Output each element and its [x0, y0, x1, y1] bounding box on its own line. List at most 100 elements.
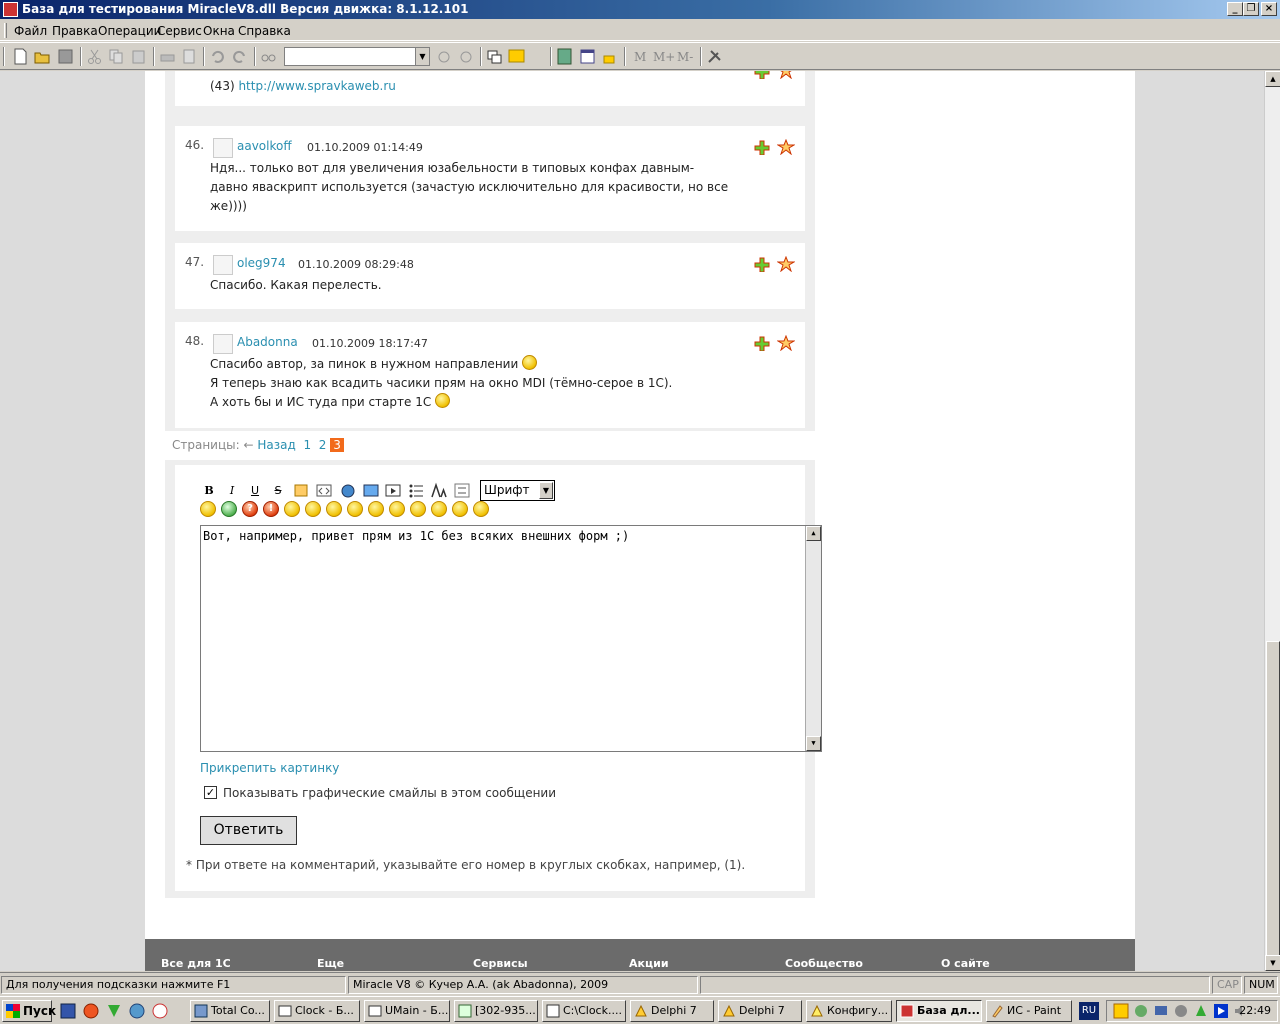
- page-scrollbar[interactable]: ▲ ▼: [1264, 71, 1280, 971]
- find-next-icon[interactable]: [436, 48, 453, 65]
- task-base-active[interactable]: База дл...: [896, 1000, 982, 1022]
- search-combo[interactable]: ▼: [284, 47, 430, 66]
- app-icon[interactable]: [3, 2, 18, 17]
- windows-icon[interactable]: [486, 48, 503, 65]
- menu-service[interactable]: Сервис: [157, 24, 202, 38]
- smileys-checkbox[interactable]: ✓: [204, 786, 217, 799]
- footer-services[interactable]: Сервисы: [473, 957, 528, 970]
- task-paint[interactable]: ИС - Paint: [986, 1000, 1072, 1022]
- textarea-scrollbar[interactable]: ▲ ▼: [805, 526, 821, 751]
- save-icon[interactable]: [57, 48, 74, 65]
- calendar-icon[interactable]: [579, 48, 596, 65]
- find-prev-icon[interactable]: [458, 48, 475, 65]
- plus-vote-icon[interactable]: [753, 256, 771, 272]
- pager-page-2[interactable]: 2: [319, 438, 327, 452]
- exclaim-emoji-icon[interactable]: !: [263, 501, 279, 517]
- attach-image-link[interactable]: Прикрепить картинку: [200, 761, 339, 775]
- task-configurator[interactable]: Конфигу...: [806, 1000, 892, 1022]
- list-icon[interactable]: [407, 482, 425, 499]
- reply-button[interactable]: Ответить: [200, 816, 297, 845]
- plus-vote-icon[interactable]: [753, 335, 771, 351]
- underline-button[interactable]: U: [246, 482, 264, 499]
- neutral-emoji-icon[interactable]: [473, 501, 489, 517]
- print-preview-icon[interactable]: [181, 48, 198, 65]
- quote-icon[interactable]: [292, 482, 310, 499]
- comment-link[interactable]: http://www.spravkaweb.ru: [238, 79, 395, 93]
- comment-author[interactable]: oleg974: [237, 256, 286, 270]
- language-indicator[interactable]: RU: [1079, 1002, 1099, 1020]
- save-ql-icon[interactable]: [60, 1003, 76, 1019]
- arrow-ql-icon[interactable]: [106, 1003, 122, 1019]
- minimize-button[interactable]: _: [1227, 2, 1243, 16]
- footer-promos[interactable]: Акции: [629, 957, 669, 970]
- open-folder-icon[interactable]: [34, 48, 51, 65]
- menu-windows[interactable]: Окна: [203, 24, 235, 38]
- task-umain[interactable]: UMain - Б...: [364, 1000, 450, 1022]
- image-icon[interactable]: [362, 482, 380, 499]
- undo-icon[interactable]: [209, 48, 226, 65]
- angry-emoji-icon[interactable]: [305, 501, 321, 517]
- favorite-star-icon[interactable]: [777, 71, 795, 79]
- confused-emoji-icon[interactable]: [431, 501, 447, 517]
- browser-ql-icon[interactable]: [83, 1003, 99, 1019]
- plus-vote-icon[interactable]: [753, 139, 771, 155]
- task-total-commander[interactable]: Total Co...: [190, 1000, 270, 1022]
- code-icon[interactable]: [315, 482, 333, 499]
- scroll-up-icon[interactable]: ▲: [1265, 71, 1280, 87]
- menu-help[interactable]: Справка: [238, 24, 291, 38]
- scroll-down-icon[interactable]: ▼: [1265, 955, 1280, 971]
- cool-emoji-icon[interactable]: [389, 501, 405, 517]
- chevron-down-icon[interactable]: ▼: [539, 482, 553, 499]
- tongue-emoji-icon[interactable]: [368, 501, 384, 517]
- task-clock[interactable]: Clock - Б...: [274, 1000, 360, 1022]
- strike-button[interactable]: S: [269, 482, 287, 499]
- tray-media-icon[interactable]: [1213, 1003, 1229, 1019]
- tray-monitor-icon[interactable]: [1153, 1003, 1169, 1019]
- memory-button[interactable]: M: [634, 50, 646, 64]
- media-ql-icon[interactable]: [152, 1003, 168, 1019]
- task-clock-folder[interactable]: C:\Clock....: [542, 1000, 626, 1022]
- restore-button[interactable]: ❐: [1243, 2, 1259, 16]
- comment-author[interactable]: Abadonna: [237, 335, 298, 349]
- memory-minus-button[interactable]: M-: [677, 50, 693, 64]
- calculator-icon[interactable]: [556, 48, 573, 65]
- menu-edit[interactable]: Правка: [52, 24, 98, 38]
- favorite-star-icon[interactable]: [777, 335, 795, 351]
- scroll-thumb[interactable]: [1266, 641, 1280, 956]
- tray-network-icon[interactable]: [1133, 1003, 1149, 1019]
- sad-emoji-icon[interactable]: [326, 501, 342, 517]
- new-document-icon[interactable]: [12, 48, 29, 65]
- lock-icon[interactable]: [601, 48, 618, 65]
- paste-icon[interactable]: [130, 48, 147, 65]
- tools-icon[interactable]: [706, 48, 723, 65]
- chevron-down-icon[interactable]: ▼: [415, 48, 429, 65]
- pager-back-link[interactable]: Назад: [257, 438, 295, 452]
- laugh-emoji-icon[interactable]: [200, 501, 216, 517]
- plus-vote-icon[interactable]: [753, 71, 771, 79]
- comment-author[interactable]: aavolkoff: [237, 139, 292, 153]
- task-302-935[interactable]: [302-935...: [454, 1000, 538, 1022]
- print-icon[interactable]: [159, 48, 176, 65]
- footer-all-1c[interactable]: Все для 1С: [161, 957, 231, 970]
- redo-icon[interactable]: [231, 48, 248, 65]
- tray-disk-icon[interactable]: [1173, 1003, 1189, 1019]
- task-delphi-2[interactable]: Delphi 7: [718, 1000, 802, 1022]
- footer-about[interactable]: О сайте: [941, 957, 990, 970]
- chat-ql-icon[interactable]: [129, 1003, 145, 1019]
- bold-button[interactable]: B: [200, 482, 218, 499]
- favorite-star-icon[interactable]: [777, 256, 795, 272]
- scroll-down-icon[interactable]: ▼: [806, 736, 821, 751]
- tray-1c-icon[interactable]: [1113, 1003, 1129, 1019]
- font-select[interactable]: Шрифт ▼: [480, 480, 555, 501]
- tray-antivirus-icon[interactable]: [1193, 1003, 1209, 1019]
- copy-icon[interactable]: [108, 48, 125, 65]
- font-size-icon[interactable]: [430, 482, 448, 499]
- scroll-up-icon[interactable]: ▲: [806, 526, 821, 541]
- pager-page-1[interactable]: 1: [303, 438, 311, 452]
- footer-community[interactable]: Сообщество: [785, 957, 863, 970]
- cut-icon[interactable]: [86, 48, 103, 65]
- alien-emoji-icon[interactable]: [221, 501, 237, 517]
- shock-emoji-icon[interactable]: [410, 501, 426, 517]
- help-1c-icon[interactable]: [508, 48, 525, 65]
- link-icon[interactable]: [339, 482, 357, 499]
